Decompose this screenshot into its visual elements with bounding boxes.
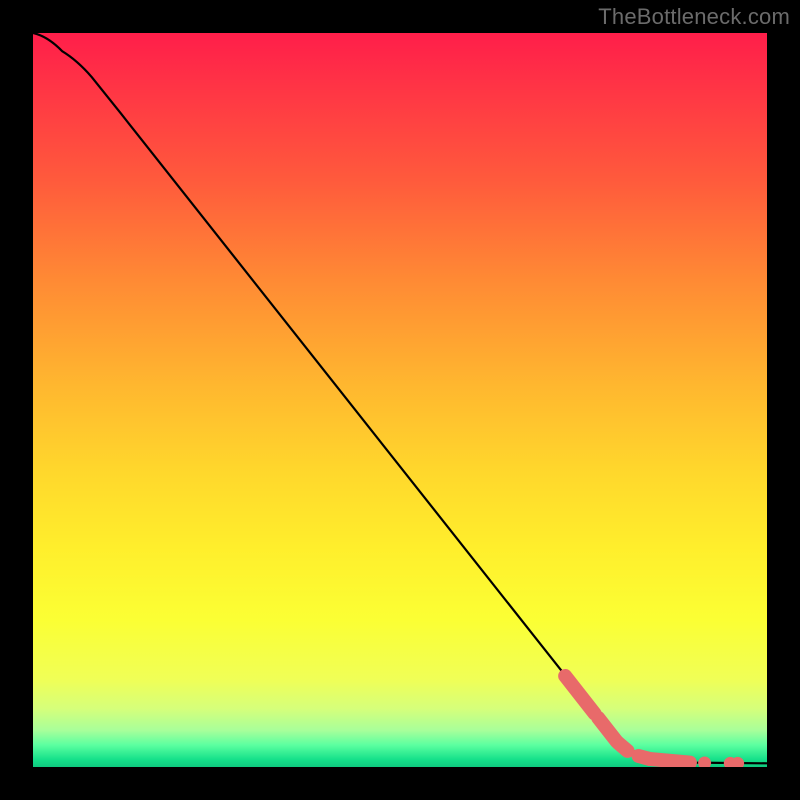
plot-area [33, 33, 767, 767]
highlight-run [650, 759, 690, 763]
highlight-dots [698, 756, 744, 767]
highlight-run [618, 743, 628, 751]
highlight-dot [698, 756, 711, 767]
highlight-runs [565, 676, 690, 763]
chart-stage: TheBottleneck.com [0, 0, 800, 800]
highlight-run [565, 676, 594, 713]
watermark-text: TheBottleneck.com [598, 4, 790, 30]
main-curve [33, 33, 767, 763]
chart-overlay [33, 33, 767, 767]
